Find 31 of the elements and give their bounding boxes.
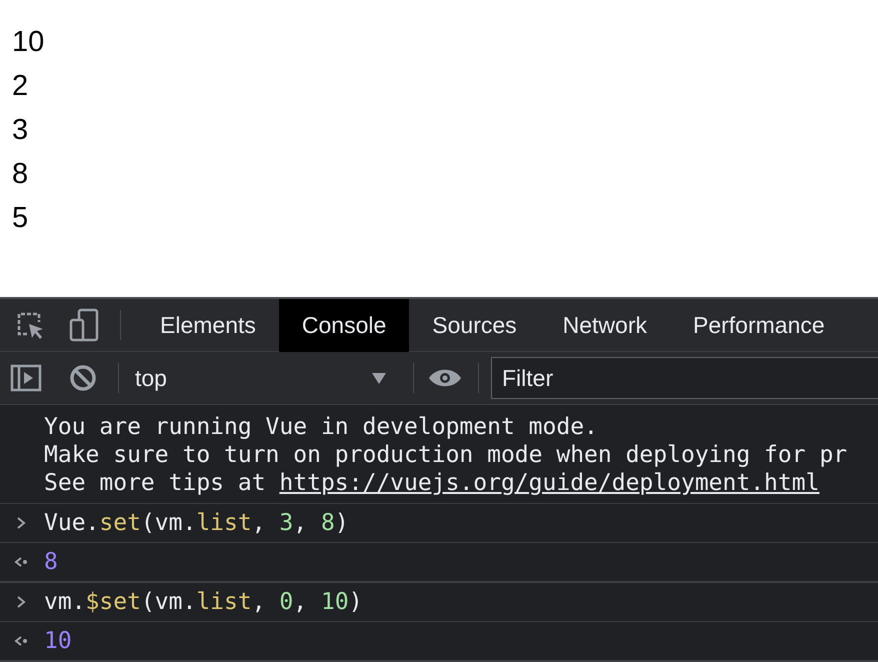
tab[interactable]: Performance — [670, 298, 848, 352]
list-item: 10 — [12, 25, 44, 60]
log-text: Make sure to turn on production mode when deploying for pr — [44, 441, 848, 469]
filter-field[interactable]: Filter — [491, 357, 878, 399]
block-icon — [69, 364, 97, 392]
cursor-select-icon — [15, 310, 45, 340]
link[interactable]: https://vuejs.org/guide/deployment.html — [279, 469, 820, 497]
context-select[interactable]: top — [135, 358, 393, 398]
dropdown-caret-icon — [371, 371, 387, 385]
list-item: 2 — [12, 69, 28, 104]
log-text: See more tips at — [44, 469, 267, 497]
clear-console-button[interactable] — [68, 363, 98, 393]
command-text: vm.$set(vm.list, 0, 10) — [44, 588, 363, 617]
list-item: 3 — [12, 113, 28, 148]
sidebar-toggle-button[interactable] — [10, 362, 42, 394]
tab[interactable]: Network — [540, 298, 670, 352]
result-arrow-icon — [14, 555, 28, 569]
result-arrow-icon — [14, 634, 28, 648]
console-result: 8 — [44, 548, 58, 577]
console-result: 10 — [44, 626, 72, 656]
tab[interactable]: Sources — [409, 298, 540, 352]
log-text: You are running Vue in development mode. — [44, 413, 598, 441]
device-icon — [69, 308, 99, 342]
list-item: 5 — [12, 201, 28, 236]
sidebar-play-icon — [10, 364, 42, 392]
command-text: Vue.set(vm.list, 3, 8) — [44, 508, 349, 538]
eye-icon — [428, 367, 462, 389]
tab[interactable]: Elements — [137, 298, 279, 352]
device-toolbar-button[interactable] — [68, 308, 100, 342]
tab[interactable]: Console — [278, 298, 410, 352]
list-item: 8 — [12, 157, 28, 192]
